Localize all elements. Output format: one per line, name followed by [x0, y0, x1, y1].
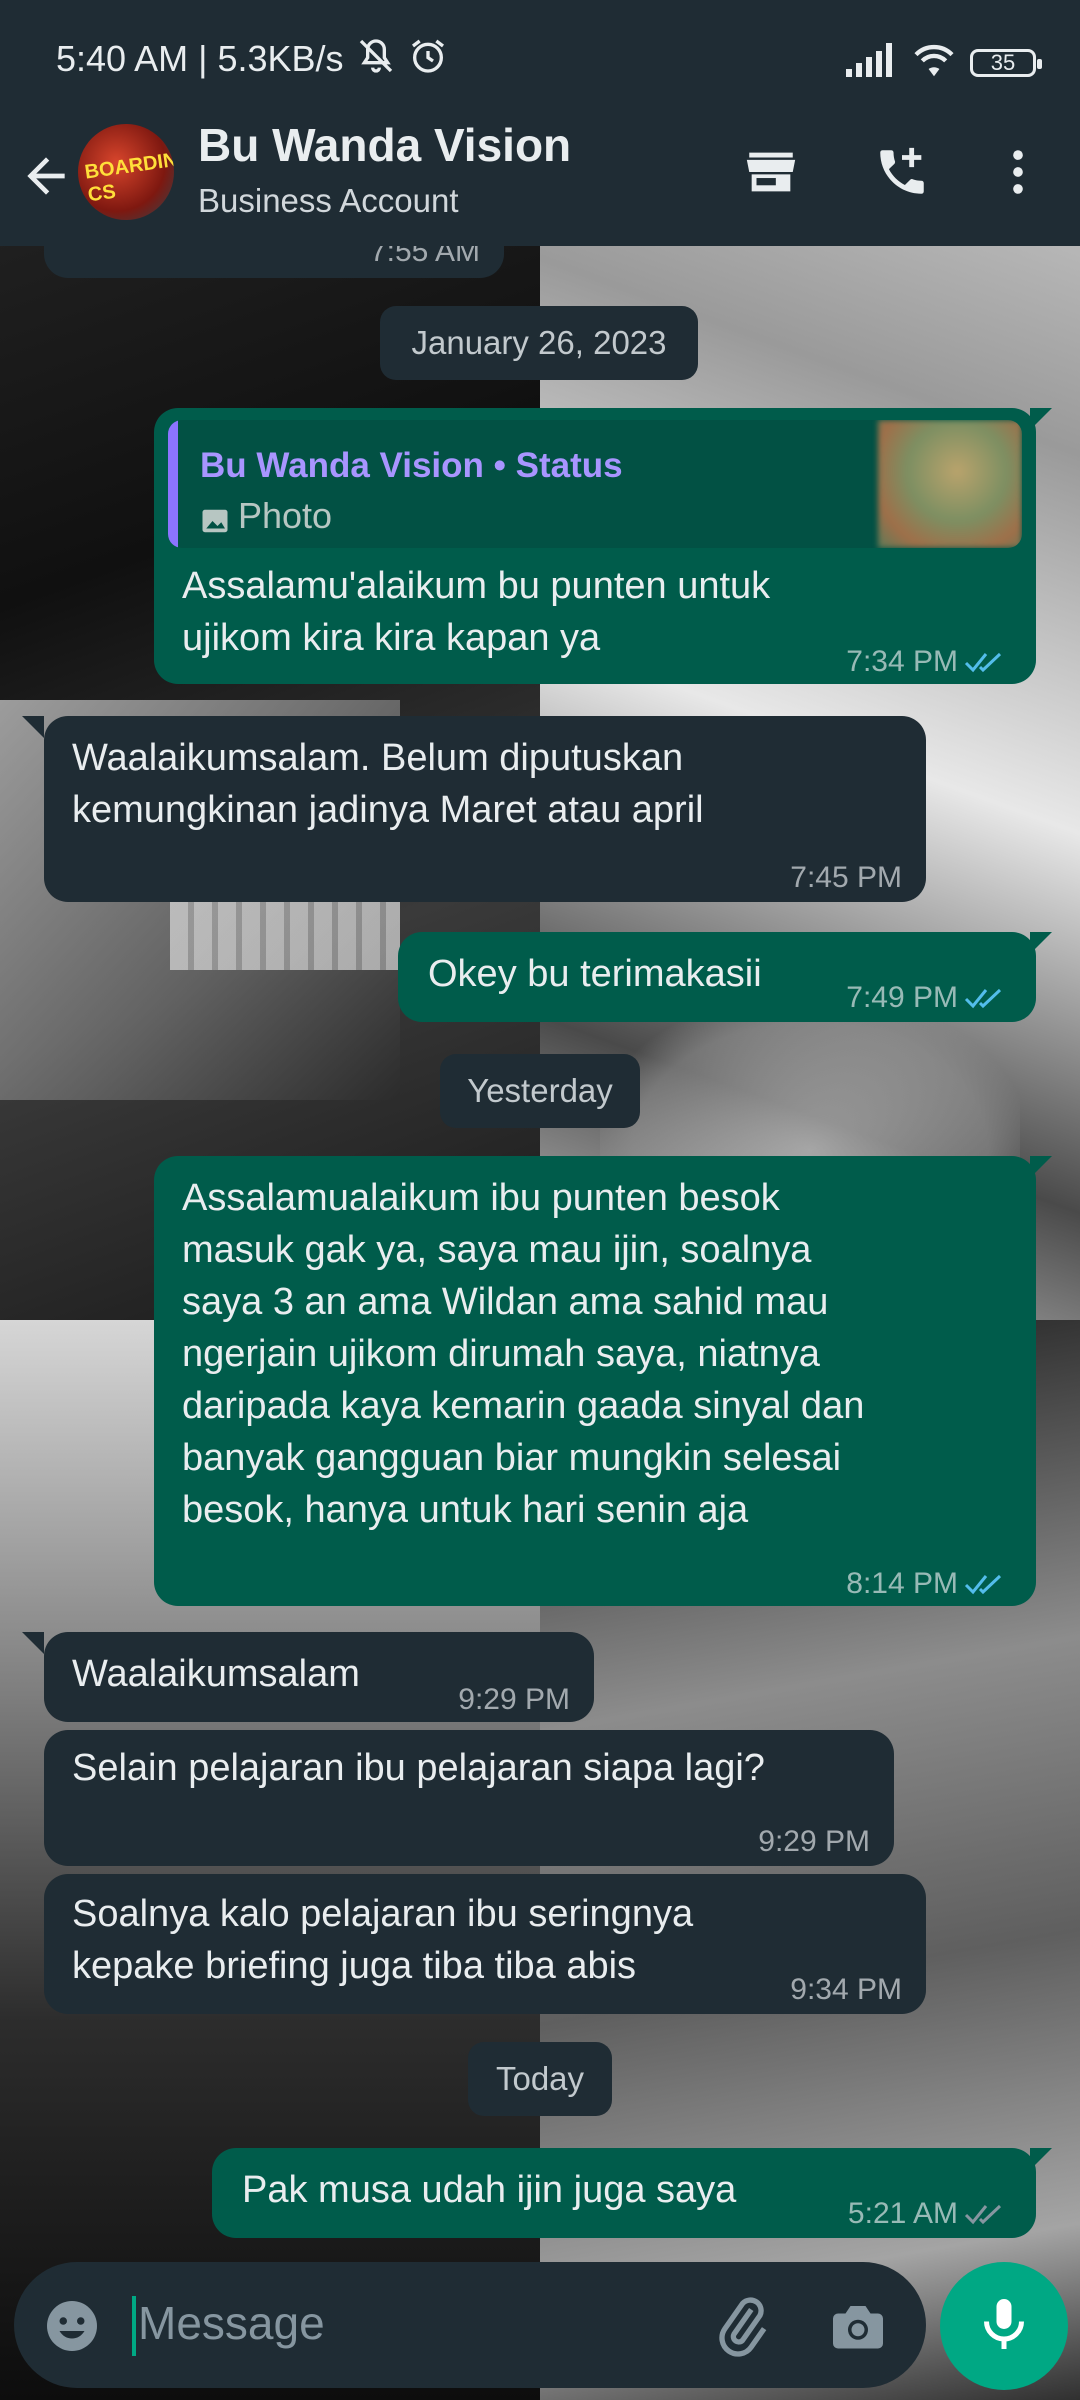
message-text-line: kepake briefing juga tiba tiba abis	[72, 1945, 637, 1987]
paperclip-icon[interactable]	[710, 2294, 774, 2363]
message-text-line: banyak gangguan biar mungkin selesai	[182, 1437, 842, 1479]
date-chip: Today	[468, 2042, 612, 2116]
chat-messages[interactable]: 7:55 AM January 26, 2023 Bu Wanda Vision…	[0, 246, 1080, 2240]
message-text-line: Soalnya kalo pelajaran ibu seringnya	[72, 1893, 694, 1935]
add-call-button[interactable]	[866, 138, 938, 210]
message-text-line: besok, hanya untuk hari senin aja	[182, 1489, 749, 1531]
quoted-author: Bu Wanda Vision • Status	[200, 446, 623, 485]
battery-indicator: 35	[970, 48, 1042, 77]
message-text-line: daripada kaya kemarin gaada sinyal dan	[182, 1385, 865, 1427]
photo-icon	[200, 498, 230, 548]
message-input[interactable]: Message	[14, 2262, 926, 2388]
back-button[interactable]	[18, 148, 74, 204]
message-text-line: Waalaikumsalam. Belum diputuskan	[72, 737, 684, 779]
outgoing-message[interactable]: Okey bu terimakasii 7:49 PM	[398, 932, 1036, 1022]
date-chip: Yesterday	[440, 1054, 640, 1128]
mic-button[interactable]	[940, 2262, 1068, 2390]
quoted-status[interactable]: Bu Wanda Vision • Status Photo	[168, 420, 1022, 548]
text-cursor	[132, 2296, 136, 2356]
avatar-label: BOARDING CS	[83, 146, 174, 207]
outgoing-message[interactable]: Bu Wanda Vision • Status Photo Assalamu'…	[154, 408, 1036, 684]
store-icon	[742, 143, 800, 206]
message-time: 7:49 PM	[846, 981, 958, 1014]
delivered-ticks-icon	[964, 2190, 1010, 2240]
message-time: 8:14 PM	[846, 1567, 958, 1600]
chat-subtitle: Business Account	[198, 182, 459, 219]
outgoing-message[interactable]: Pak musa udah ijin juga saya 5:21 AM	[212, 2148, 1036, 2238]
read-ticks-icon	[964, 638, 1010, 690]
message-time: 9:29 PM	[458, 1683, 570, 1716]
message-placeholder: Message	[138, 2297, 325, 2349]
message-text-line: Selain pelajaran ibu pelajaran siapa lag…	[72, 1747, 765, 1789]
message-time: 7:45 PM	[790, 861, 902, 894]
message-text-line: kemungkinan jadinya Maret atau april	[72, 789, 704, 831]
camera-icon[interactable]	[828, 2296, 888, 2361]
mic-icon	[974, 2294, 1034, 2359]
message-time: 9:34 PM	[790, 1973, 902, 2006]
message-text-line: Assalamualaikum ibu punten besok	[182, 1177, 780, 1219]
message-text-line: Waalaikumsalam	[72, 1653, 360, 1695]
incoming-message[interactable]: Waalaikumsalam. Belum diputuskan kemungk…	[44, 716, 926, 902]
incoming-message[interactable]: Selain pelajaran ibu pelajaran siapa lag…	[44, 1730, 894, 1866]
read-ticks-icon	[964, 974, 1010, 1026]
mute-icon	[356, 36, 396, 81]
message-time: 5:21 AM	[847, 2197, 958, 2230]
date-chip: January 26, 2023	[380, 306, 698, 380]
message-time: 9:29 PM	[758, 1825, 870, 1858]
status-bar: 5:40 AM | 5.3KB/s 35	[0, 0, 1080, 124]
chat-title[interactable]: Bu Wanda Vision	[198, 118, 571, 172]
message-text-line: masuk gak ya, saya mau ijin, soalnya	[182, 1229, 812, 1271]
quoted-thumbnail	[878, 420, 1022, 548]
more-vert-icon	[989, 143, 1047, 206]
add-call-icon	[873, 143, 931, 206]
message-text-line: Okey bu terimakasii	[428, 953, 762, 995]
emoji-icon[interactable]	[42, 2296, 102, 2361]
quoted-type: Photo	[238, 495, 333, 536]
store-button[interactable]	[735, 138, 807, 210]
wifi-icon	[912, 42, 956, 83]
message-bubble-partial[interactable]: 7:55 AM	[44, 246, 504, 278]
message-text-line: saya 3 an ama Wildan ama sahid mau	[182, 1281, 829, 1323]
status-time: 5:40 AM | 5.3KB/s	[56, 38, 344, 79]
chat-header: BOARDING CS Bu Wanda Vision Business Acc…	[0, 119, 1080, 246]
more-options-button[interactable]	[982, 138, 1054, 210]
message-text-line: Assalamu'alaikum bu punten untuk	[182, 565, 771, 607]
alarm-icon	[408, 36, 448, 81]
message-text-line: Pak musa udah ijin juga saya	[242, 2169, 737, 2211]
avatar[interactable]: BOARDING CS	[78, 124, 174, 220]
composer: Message	[0, 2240, 1080, 2400]
message-text-line: ngerjain ujikom dirumah saya, niatnya	[182, 1333, 820, 1375]
read-ticks-icon	[964, 1560, 1010, 1612]
arrow-left-icon	[18, 157, 74, 208]
signal-icon	[846, 43, 898, 82]
message-time: 7:34 PM	[846, 645, 958, 678]
message-text-line: ujikom kira kira kapan ya	[182, 617, 601, 659]
message-time: 7:55 AM	[369, 246, 480, 268]
incoming-message[interactable]: Waalaikumsalam 9:29 PM	[44, 1632, 594, 1722]
outgoing-message[interactable]: Assalamualaikum ibu punten besok masuk g…	[154, 1156, 1036, 1606]
incoming-message[interactable]: Soalnya kalo pelajaran ibu seringnya kep…	[44, 1874, 926, 2014]
